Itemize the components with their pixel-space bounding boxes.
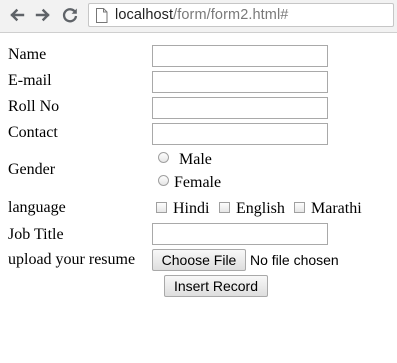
url-text: localhost/form/form2.html# [115, 7, 288, 23]
resume-label: upload your resume [8, 251, 136, 268]
gender-male-radio[interactable] [158, 152, 169, 163]
address-bar[interactable]: localhost/form/form2.html# [88, 3, 394, 27]
url-path: /form/form2.html# [173, 7, 289, 23]
gender-label: Gender [8, 161, 56, 178]
choose-file-button[interactable]: Choose File [152, 249, 246, 271]
language-label: language [8, 199, 66, 216]
roll-no-label: Roll No [8, 98, 60, 115]
contact-input[interactable] [152, 123, 328, 145]
language-hindi-checkbox[interactable] [156, 202, 167, 213]
roll-no-input[interactable] [152, 97, 328, 119]
language-english-checkbox[interactable] [219, 202, 230, 213]
gender-male-label: Male [179, 151, 212, 168]
language-marathi-label: Marathi [311, 200, 362, 217]
url-host: localhost [115, 7, 174, 23]
forward-arrow-icon[interactable] [32, 4, 54, 26]
insert-record-button[interactable]: Insert Record [164, 275, 268, 297]
language-hindi-label: Hindi [173, 200, 210, 217]
gender-female-label: Female [174, 174, 222, 191]
email-input[interactable] [152, 71, 328, 93]
job-title-label: Job Title [8, 226, 64, 243]
reload-icon[interactable] [59, 4, 81, 26]
language-marathi-checkbox[interactable] [294, 202, 305, 213]
back-arrow-icon[interactable] [6, 4, 28, 26]
name-label: Name [8, 46, 47, 63]
browser-toolbar: localhost/form/form2.html# [0, 0, 397, 33]
language-english-label: English [236, 200, 285, 217]
file-status-text: No file chosen [250, 252, 339, 268]
gender-female-radio[interactable] [158, 175, 169, 186]
name-input[interactable] [152, 45, 328, 67]
email-label: E-mail [8, 72, 52, 89]
page-icon [95, 8, 108, 28]
job-title-input[interactable] [152, 223, 328, 245]
contact-label: Contact [8, 124, 58, 141]
